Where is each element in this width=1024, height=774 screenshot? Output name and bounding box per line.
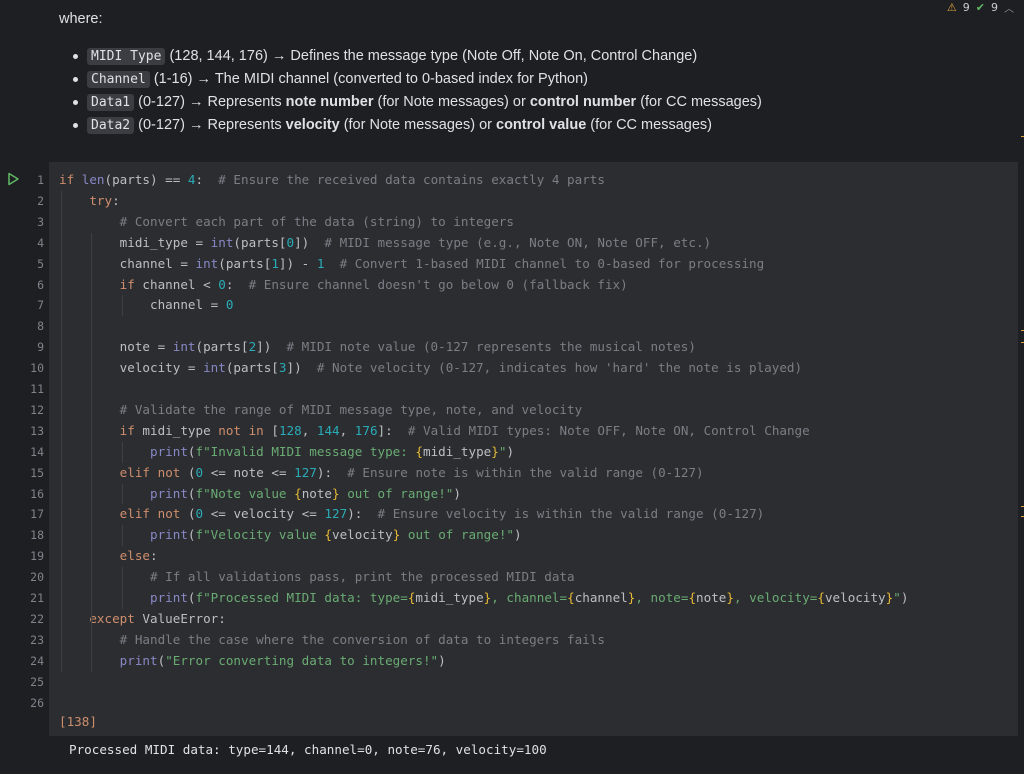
code-line[interactable]: print(f"Velocity value {velocity} out of…	[59, 525, 522, 546]
bold-text: velocity	[281, 117, 344, 133]
markdown-list-item: Data2 (0-127) → Represents velocity (for…	[73, 114, 989, 137]
inline-code: MIDI Type	[87, 48, 166, 65]
markdown-list-item: Data1 (0-127) → Represents note number (…	[73, 91, 989, 114]
code-line[interactable]: # Validate the range of MIDI message typ…	[59, 400, 583, 421]
code-line[interactable]: velocity = int(parts[3]) # Note velocity…	[59, 358, 802, 379]
line-number: 20	[30, 570, 44, 585]
code-line[interactable]: print(f"Processed MIDI data: type={midi_…	[59, 588, 908, 609]
code-line[interactable]: # If all validations pass, print the pro…	[59, 567, 575, 588]
code-line[interactable]: # Convert each part of the data (string)…	[59, 212, 514, 233]
line-number: 10	[30, 361, 44, 376]
line-number: 3	[37, 214, 44, 229]
line-number: 5	[37, 256, 44, 271]
range-text: (0-127)	[134, 94, 189, 110]
line-number: 19	[30, 549, 44, 564]
code-line[interactable]: midi_type = int(parts[0]) # MIDI message…	[59, 233, 711, 254]
bold-text: note number	[281, 94, 378, 110]
line-number: 7	[37, 298, 44, 313]
line-number: 16	[30, 486, 44, 501]
line-number: 26	[30, 695, 44, 710]
item-text: (for Note messages) or	[377, 94, 526, 110]
execution-count: [138]	[59, 714, 97, 729]
line-number: 1	[37, 173, 44, 187]
line-number: 11	[30, 382, 44, 396]
line-number: 18	[30, 528, 44, 543]
markdown-list-item: Channel (1-16) → The MIDI channel (conve…	[73, 68, 989, 91]
range-text: (128, 144, 176)	[165, 48, 272, 64]
code-line[interactable]: except ValueError:	[59, 609, 226, 630]
line-number: 24	[30, 653, 44, 668]
inline-code: Data1	[87, 94, 135, 111]
item-text: Represents	[207, 117, 282, 133]
line-number: 17	[30, 507, 44, 522]
markdown-list-item: MIDI Type (128, 144, 176) → Defines the …	[73, 45, 989, 68]
line-number: 22	[30, 611, 44, 626]
code-line[interactable]: channel = int(parts[1]) - 1 # Convert 1-…	[59, 254, 765, 275]
code-line[interactable]: # Handle the case where the conversion o…	[59, 630, 605, 651]
line-number: 2	[37, 193, 44, 208]
indent-guide	[121, 567, 123, 609]
range-text: (0-127)	[134, 117, 189, 133]
line-number: 14	[30, 444, 44, 459]
code-line[interactable]: else:	[59, 546, 158, 567]
indent-guide	[121, 525, 123, 547]
indent-guide	[61, 190, 62, 672]
line-number: 6	[37, 277, 44, 292]
code-line[interactable]: if len(parts) == 4: # Ensure the receive…	[59, 170, 605, 191]
item-text: (for CC messages)	[590, 117, 712, 133]
code-line[interactable]: if midi_type not in [128, 144, 176]: # V…	[59, 421, 810, 442]
item-text: Represents	[207, 94, 282, 110]
cell-output: Processed MIDI data: type=144, channel=0…	[69, 742, 547, 757]
line-number: 9	[37, 340, 44, 355]
code-line[interactable]: note = int(parts[2]) # MIDI note value (…	[59, 337, 696, 358]
indent-guide	[121, 483, 123, 505]
indent-guide	[121, 441, 123, 463]
item-text: (for CC messages)	[640, 94, 762, 110]
item-text: The MIDI channel (converted to 0-based i…	[214, 71, 588, 87]
code-line[interactable]: print("Error converting data to integers…	[59, 651, 446, 672]
code-line[interactable]: channel = 0	[59, 295, 233, 316]
item-text: (for Note messages) or	[343, 117, 492, 133]
markdown-intro: where:	[59, 11, 103, 27]
line-number: 12	[30, 402, 44, 417]
arrow-text: →	[271, 48, 291, 64]
arrow-text: →	[196, 71, 215, 87]
code-line[interactable]: elif not (0 <= note <= 127): # Ensure no…	[59, 463, 704, 484]
code-line[interactable]: elif not (0 <= velocity <= 127): # Ensur…	[59, 504, 765, 525]
line-number: 21	[30, 591, 44, 605]
markdown-list: MIDI Type (128, 144, 176) → Defines the …	[59, 45, 989, 137]
code-line[interactable]: print(f"Invalid MIDI message type: {midi…	[59, 442, 514, 463]
code-editor[interactable]: 1 if len(parts) == 4: # Ensure the receiv…	[30, 162, 1018, 736]
line-number: 4	[37, 235, 44, 250]
bold-text: control value	[491, 117, 591, 133]
chevron-up-icon[interactable]: ︿	[1004, 0, 1014, 15]
line-number: 15	[30, 465, 44, 480]
item-text: Defines the message type (Note Off, Note…	[290, 48, 698, 64]
line-number: 13	[30, 423, 44, 438]
line-number: 23	[30, 632, 44, 647]
line-number: 25	[30, 674, 44, 689]
code-line[interactable]: if channel < 0: # Ensure channel doesn't…	[59, 275, 628, 296]
indent-guide	[91, 232, 93, 672]
code-line[interactable]: try:	[59, 191, 119, 212]
indent-guide	[121, 295, 123, 317]
code-cell[interactable]: 1 if len(parts) == 4: # Ensure the receiv…	[0, 162, 1018, 736]
line-number: 8	[37, 319, 44, 334]
markdown-output: where: MIDI Type (128, 144, 176) → Defin…	[59, 8, 989, 137]
code-line[interactable]: print(f"Note value {note} out of range!"…	[59, 484, 461, 505]
range-text: (1-16)	[149, 71, 197, 87]
ok-count: 9	[991, 0, 998, 14]
inline-code: Data2	[87, 117, 135, 134]
bold-text: control number	[525, 94, 641, 110]
arrow-text: →	[188, 117, 208, 133]
arrow-text: →	[188, 94, 208, 110]
inline-code: Channel	[87, 71, 150, 88]
